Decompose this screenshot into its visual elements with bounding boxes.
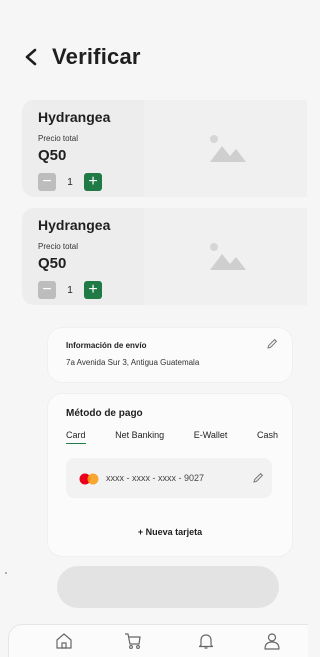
shipping-info-card: Información de envío 7a Avenida Sur 3, A… (48, 328, 292, 382)
cart-item: Hydrangea Precio total Q50 − 1 + (22, 100, 307, 197)
product-name: Hydrangea (38, 109, 111, 125)
decorative-dot (5, 572, 7, 574)
product-price: Q50 (38, 147, 67, 164)
shipping-address: 7a Avenida Sur 3, Antigua Guatemala (66, 358, 200, 367)
price-label: Precio total (38, 134, 79, 143)
tab-cash[interactable]: Cash (257, 430, 278, 444)
tab-card[interactable]: Card (66, 430, 86, 444)
product-name: Hydrangea (38, 217, 111, 233)
masked-card-number: xxxx - xxxx - xxxx - 9027 (106, 473, 205, 483)
profile-icon[interactable] (263, 632, 281, 650)
quantity-value: 1 (67, 284, 73, 296)
header: Verificar (22, 44, 141, 70)
shipping-title: Información de envío (66, 341, 147, 350)
tab-e-wallet[interactable]: E-Wallet (194, 430, 228, 444)
decrease-quantity-button[interactable]: − (38, 173, 56, 191)
product-image-placeholder (144, 208, 307, 305)
add-new-card-button[interactable]: + Nueva tarjeta (48, 527, 292, 537)
cart-item: Hydrangea Precio total Q50 − 1 + (22, 208, 307, 305)
cart-icon[interactable] (124, 632, 142, 650)
payment-tabs: Card Net Banking E-Wallet Cash (66, 430, 278, 444)
payment-title: Método de pago (66, 408, 143, 419)
increase-quantity-button[interactable]: + (84, 281, 102, 299)
price-label: Precio total (38, 242, 79, 251)
payment-method-card: Método de pago Card Net Banking E-Wallet… (48, 394, 292, 556)
bottom-navigation (8, 624, 308, 657)
decrease-quantity-button[interactable]: − (38, 281, 56, 299)
quantity-stepper: − 1 + (38, 281, 102, 299)
saved-card-row[interactable]: xxxx - xxxx - xxxx - 9027 (66, 458, 272, 498)
tab-net-banking[interactable]: Net Banking (115, 430, 164, 444)
quantity-value: 1 (67, 176, 73, 188)
image-placeholder-icon (210, 243, 246, 270)
home-icon[interactable] (55, 632, 73, 650)
page-title: Verificar (52, 44, 141, 69)
edit-card-icon[interactable] (252, 472, 264, 484)
product-image-placeholder (144, 100, 307, 197)
mastercard-icon (79, 473, 99, 485)
increase-quantity-button[interactable]: + (84, 173, 102, 191)
edit-address-icon[interactable] (266, 338, 278, 350)
quantity-stepper: − 1 + (38, 173, 102, 191)
back-icon[interactable] (22, 45, 42, 69)
product-price: Q50 (38, 255, 67, 272)
image-placeholder-icon (210, 135, 246, 162)
bell-icon[interactable] (197, 632, 215, 650)
checkout-button[interactable] (57, 566, 279, 608)
